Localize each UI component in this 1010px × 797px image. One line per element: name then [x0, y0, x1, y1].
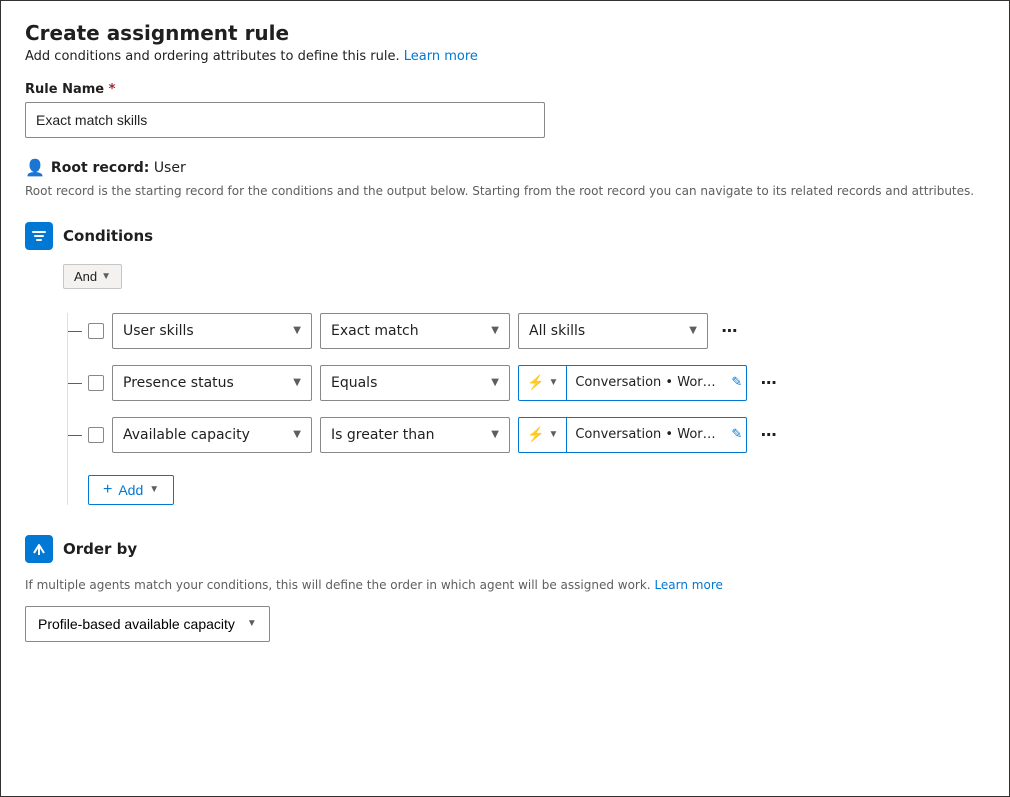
operator-dropdown-2[interactable]: Equals ▼ — [320, 365, 510, 401]
page-title: Create assignment rule — [25, 21, 985, 45]
user-icon: 👤 — [25, 158, 45, 177]
rule-name-label: Rule Name * — [25, 82, 985, 97]
chevron-down-icon: ▼ — [491, 377, 499, 388]
chevron-down-icon: ▼ — [293, 377, 301, 388]
lightning-button-2[interactable]: ⚡ ▼ — [519, 366, 567, 400]
conditions-icon-box — [25, 222, 53, 250]
plus-icon: + — [103, 482, 112, 498]
chevron-down-icon: ▼ — [491, 325, 499, 336]
attribute-dropdown-1[interactable]: User skills ▼ — [112, 313, 312, 349]
chevron-down-icon: ▼ — [548, 429, 558, 440]
conditions-section: Conditions And ▼ User skills ▼ Exact mat… — [25, 222, 985, 505]
chevron-down-icon: ▼ — [293, 429, 301, 440]
table-row: User skills ▼ Exact match ▼ All skills ▼… — [88, 313, 985, 349]
chevron-down-icon: ▼ — [548, 377, 558, 388]
root-record-description: Root record is the starting record for t… — [25, 183, 985, 200]
value-box-2: ⚡ ▼ Conversation • Work Stream • All... … — [518, 365, 747, 401]
chevron-down-icon: ▼ — [689, 325, 697, 336]
table-row: Presence status ▼ Equals ▼ ⚡ ▼ Conversat… — [88, 365, 985, 401]
operator-dropdown-3[interactable]: Is greater than ▼ — [320, 417, 510, 453]
chevron-down-icon: ▼ — [247, 618, 257, 629]
condition-checkbox-1[interactable] — [88, 323, 104, 339]
attribute-dropdown-2[interactable]: Presence status ▼ — [112, 365, 312, 401]
lightning-icon: ⚡ — [527, 426, 544, 443]
more-options-button-1[interactable]: ⋯ — [716, 317, 744, 345]
condition-checkbox-2[interactable] — [88, 375, 104, 391]
operator-dropdown-1[interactable]: Exact match ▼ — [320, 313, 510, 349]
condition-checkbox-3[interactable] — [88, 427, 104, 443]
value-box-1[interactable]: All skills ▼ — [518, 313, 708, 349]
more-options-button-3[interactable]: ⋯ — [755, 421, 783, 449]
order-by-icon-box — [25, 535, 53, 563]
page-subtitle: Add conditions and ordering attributes t… — [25, 49, 985, 64]
order-by-dropdown[interactable]: Profile-based available capacity ▼ — [25, 606, 270, 642]
conditions-tree: User skills ▼ Exact match ▼ All skills ▼… — [67, 313, 985, 505]
conditions-inner: And ▼ User skills ▼ Exact match ▼ All sk… — [63, 264, 985, 505]
chevron-down-icon: ▼ — [293, 325, 301, 336]
edit-icon-3[interactable]: ✎ — [727, 427, 746, 442]
attribute-dropdown-3[interactable]: Available capacity ▼ — [112, 417, 312, 453]
required-indicator: * — [109, 82, 116, 97]
learn-more-link[interactable]: Learn more — [404, 49, 478, 64]
add-condition-button[interactable]: + Add ▼ — [88, 475, 174, 505]
value-box-3: ⚡ ▼ Conversation • Work Stream • Ca... ✎ — [518, 417, 747, 453]
filter-icon — [31, 228, 47, 244]
order-by-learn-more-link[interactable]: Learn more — [654, 578, 722, 592]
order-by-title: Order by — [63, 540, 137, 558]
edit-icon-2[interactable]: ✎ — [727, 375, 746, 390]
conditions-title: Conditions — [63, 227, 153, 245]
lightning-button-3[interactable]: ⚡ ▼ — [519, 418, 567, 452]
chevron-down-icon: ▼ — [149, 484, 159, 495]
and-button[interactable]: And ▼ — [63, 264, 122, 289]
root-record-header: 👤 Root record: User — [25, 158, 985, 177]
rule-name-input[interactable] — [25, 102, 545, 138]
order-by-description: If multiple agents match your conditions… — [25, 577, 985, 594]
order-by-section: Order by If multiple agents match your c… — [25, 535, 985, 642]
more-options-button-2[interactable]: ⋯ — [755, 369, 783, 397]
chevron-down-icon: ▼ — [491, 429, 499, 440]
sort-icon — [31, 541, 47, 557]
order-by-header: Order by — [25, 535, 985, 563]
lightning-icon: ⚡ — [527, 374, 544, 391]
conditions-header: Conditions — [25, 222, 985, 250]
table-row: Available capacity ▼ Is greater than ▼ ⚡… — [88, 417, 985, 453]
chevron-down-icon: ▼ — [101, 271, 111, 282]
